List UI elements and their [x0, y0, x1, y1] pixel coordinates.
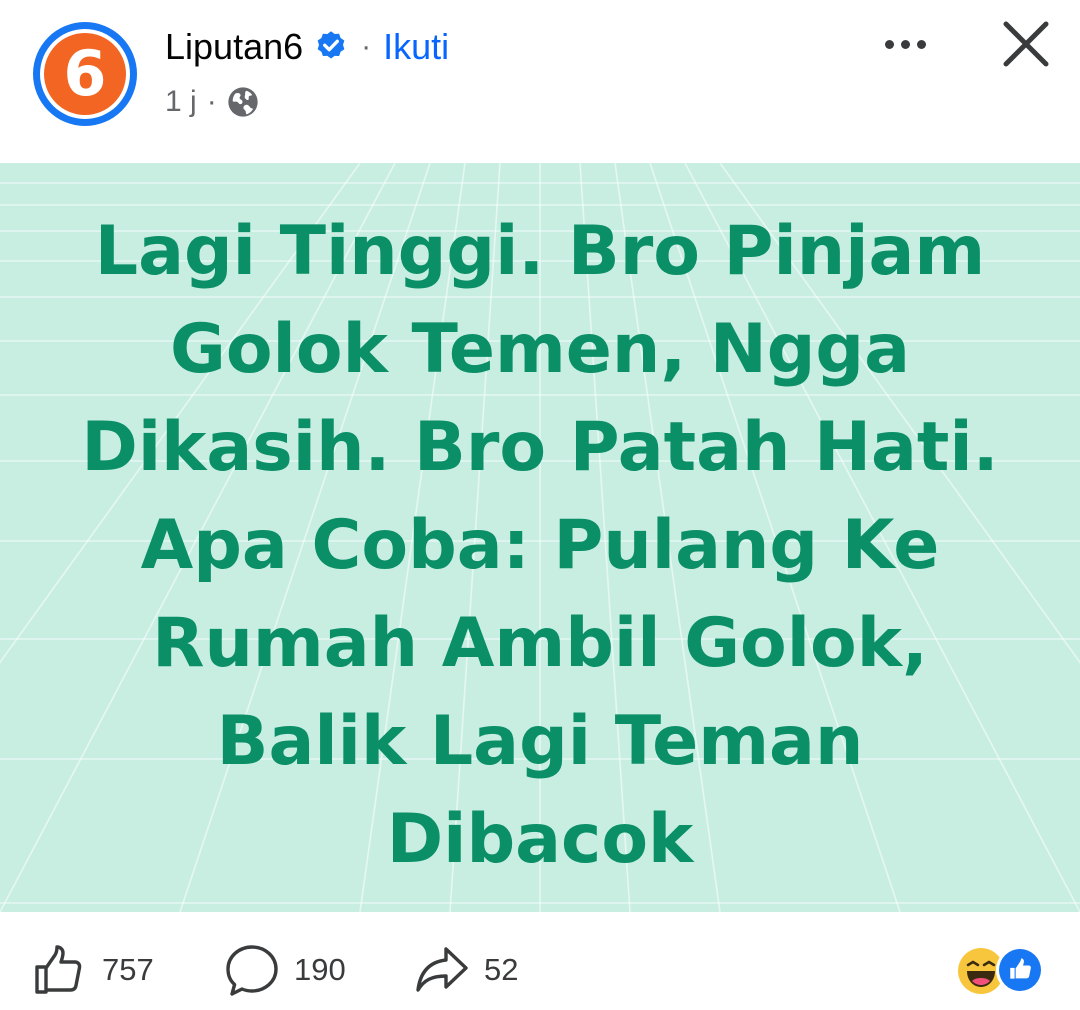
post-text-line: Dikasih. Bro Patah Hati.	[81, 408, 999, 487]
post-text-line: Rumah Ambil Golok,	[152, 604, 928, 683]
post-text-line: Apa Coba: Pulang Ke	[140, 506, 940, 585]
follow-button[interactable]: Ikuti	[383, 26, 449, 68]
more-dot	[884, 39, 894, 49]
post-actions: 757 190 52	[0, 912, 1080, 1010]
post-text-line: Balik Lagi Teman	[216, 702, 864, 781]
post-text-line: Lagi Tinggi. Bro Pinjam	[94, 212, 986, 291]
post-time[interactable]: 1 j	[165, 85, 197, 119]
post-text: Lagi Tinggi. Bro Pinjam Golok Temen, Ngg…	[40, 203, 1040, 889]
meta-separator: ·	[206, 85, 217, 118]
post-text-line: Dibacok	[386, 800, 694, 879]
name-row: Liputan6 · Ikuti	[165, 24, 449, 70]
verified-badge-icon	[317, 31, 345, 59]
avatar-ring: 6	[40, 29, 130, 119]
comment-bubble-icon	[226, 945, 278, 996]
post-header: 6 Liputan6 · Ikuti 1 j ·	[0, 0, 1080, 163]
like-button[interactable]: 757	[32, 942, 154, 998]
like-count: 757	[102, 952, 154, 987]
post-meta: 1 j ·	[165, 82, 259, 122]
more-dot	[916, 39, 926, 49]
comment-button[interactable]: 190	[224, 942, 346, 998]
comment-count: 190	[294, 952, 346, 987]
like-reaction-circle	[999, 949, 1041, 991]
close-icon[interactable]	[996, 14, 1056, 74]
share-button[interactable]: 52	[414, 942, 518, 998]
thumbs-up-icon	[35, 945, 82, 994]
reaction-summary[interactable]	[954, 946, 1054, 996]
post-content[interactable]: Lagi Tinggi. Bro Pinjam Golok Temen, Ngg…	[0, 163, 1080, 912]
more-options-icon[interactable]	[872, 22, 938, 66]
like-reaction-icon	[996, 946, 1044, 994]
name-separator: ·	[361, 30, 372, 63]
page-avatar[interactable]: 6	[33, 22, 137, 126]
page-name[interactable]: Liputan6	[165, 26, 303, 68]
globe-icon	[228, 87, 258, 117]
more-dot	[900, 39, 910, 49]
post-text-line: Golok Temen, Ngga	[170, 310, 910, 389]
share-arrow-icon	[416, 947, 468, 992]
avatar-logo: 6	[44, 33, 126, 115]
share-count: 52	[484, 952, 519, 987]
like-reaction-thumb-icon	[1010, 958, 1031, 979]
